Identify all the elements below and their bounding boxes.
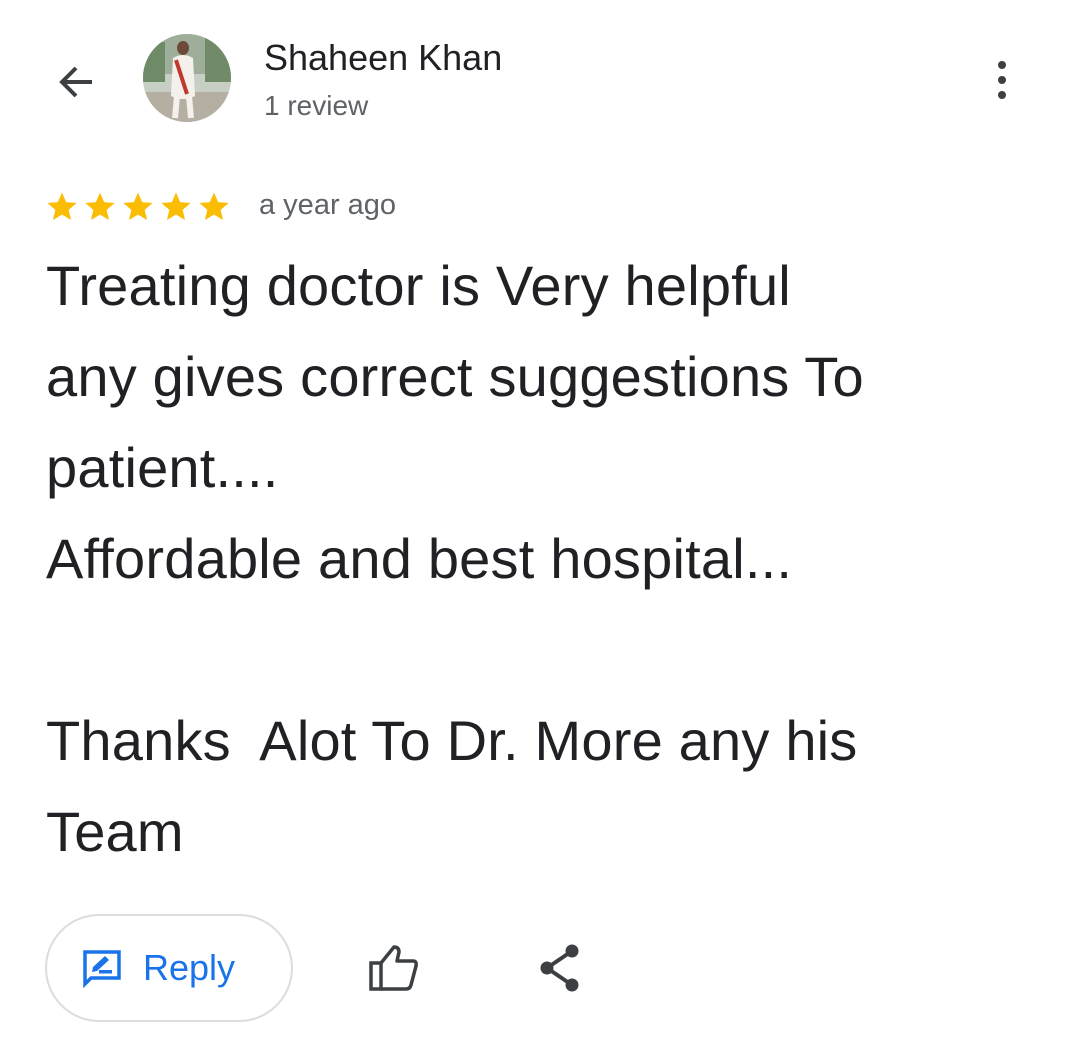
like-button[interactable]: [360, 936, 428, 1000]
star-icon: [85, 192, 115, 221]
reviewer-name[interactable]: Shaheen Khan: [264, 36, 502, 80]
review-time: a year ago: [259, 189, 397, 221]
rate-review-icon: [83, 950, 121, 988]
avatar-photo: [143, 34, 231, 122]
star-icon: [161, 192, 191, 221]
reply-button[interactable]: Reply: [45, 914, 293, 1022]
arrow-left-icon: [59, 66, 92, 98]
avatar[interactable]: [143, 34, 231, 122]
star-icon: [199, 192, 229, 221]
share-icon: [540, 944, 579, 992]
reply-label: Reply: [143, 947, 236, 988]
review-text: Treating doctor is Very helpful any give…: [46, 254, 864, 863]
share-button[interactable]: [530, 936, 590, 1000]
back-button[interactable]: [44, 50, 108, 114]
star-rating: [44, 190, 232, 224]
star-icon: [47, 192, 77, 221]
thumb-up-outline-icon: [369, 945, 418, 991]
reviewer-review-count: 1 review: [264, 90, 369, 121]
star-icon: [123, 192, 153, 221]
more-options-button[interactable]: [976, 50, 1028, 110]
more-vertical-icon: [998, 61, 1006, 69]
